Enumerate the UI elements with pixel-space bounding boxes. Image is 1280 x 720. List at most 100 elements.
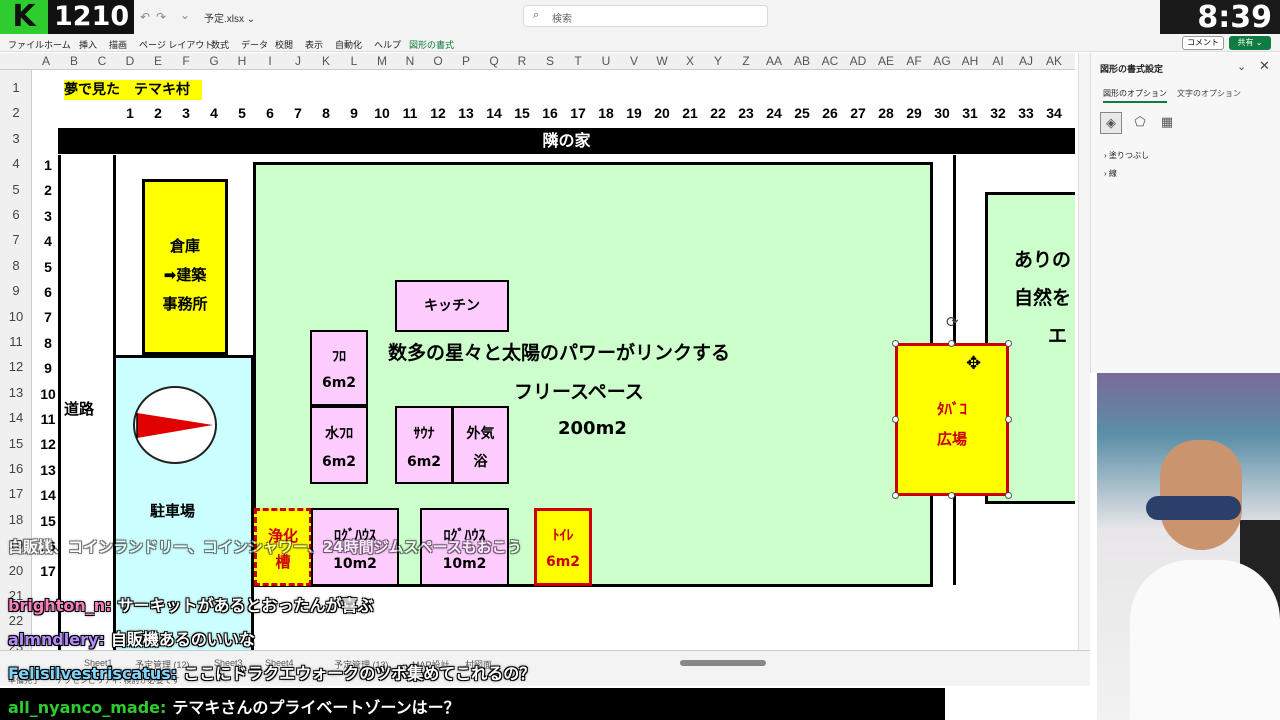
- grid-column-number[interactable]: 15: [508, 105, 536, 121]
- column-header[interactable]: W: [648, 54, 676, 68]
- grid-column-number[interactable]: 10: [368, 105, 396, 121]
- grid-column-number[interactable]: 2: [144, 105, 172, 121]
- tab-shape-options[interactable]: 図形のオプション: [1103, 88, 1167, 103]
- effects-icon[interactable]: ⬠: [1129, 112, 1151, 134]
- resize-handle-s[interactable]: [948, 492, 955, 499]
- tab-view[interactable]: 表示: [305, 38, 323, 51]
- outdoor-air-shape[interactable]: 外気 浴: [452, 406, 509, 484]
- row-header[interactable]: 15: [0, 436, 32, 451]
- tab-insert[interactable]: 挿入: [79, 38, 97, 51]
- grid-column-number[interactable]: 33: [1012, 105, 1040, 121]
- grid-row-number[interactable]: 9: [36, 360, 60, 376]
- undo-button[interactable]: ↶: [140, 10, 150, 24]
- grid-row-number[interactable]: 12: [36, 436, 60, 452]
- grid-column-number[interactable]: 19: [620, 105, 648, 121]
- grid-row-number[interactable]: 1: [36, 157, 60, 173]
- grid-column-number[interactable]: 27: [844, 105, 872, 121]
- column-header[interactable]: K: [312, 54, 340, 68]
- grid-column-number[interactable]: 6: [256, 105, 284, 121]
- row-header[interactable]: 5: [0, 182, 32, 197]
- column-header[interactable]: X: [676, 54, 704, 68]
- grid-row-number[interactable]: 15: [36, 513, 60, 529]
- column-header[interactable]: V: [620, 54, 648, 68]
- grid-row-number[interactable]: 17: [36, 563, 60, 579]
- column-header[interactable]: R: [508, 54, 536, 68]
- fill-section[interactable]: › 塗りつぶし: [1104, 150, 1149, 161]
- row-header[interactable]: 11: [0, 334, 32, 349]
- column-header[interactable]: O: [424, 54, 452, 68]
- grid-column-number[interactable]: 20: [648, 105, 676, 121]
- row-header[interactable]: 7: [0, 232, 32, 247]
- column-header[interactable]: H: [228, 54, 256, 68]
- column-header[interactable]: B: [60, 54, 88, 68]
- tab-help[interactable]: ヘルプ: [374, 38, 401, 51]
- tab-home[interactable]: ホーム: [44, 38, 71, 51]
- column-header[interactable]: U: [592, 54, 620, 68]
- smoking-area-shape[interactable]: ﾀﾊﾞｺ 広場: [895, 343, 1009, 496]
- qat-more-button[interactable]: ⌄: [180, 8, 190, 22]
- grid-column-number[interactable]: 9: [340, 105, 368, 121]
- grid-column-number[interactable]: 29: [900, 105, 928, 121]
- redo-button[interactable]: ↷: [156, 10, 166, 24]
- grid-column-number[interactable]: 4: [200, 105, 228, 121]
- column-header[interactable]: A: [32, 54, 60, 68]
- column-header[interactable]: Y: [704, 54, 732, 68]
- column-header[interactable]: P: [452, 54, 480, 68]
- resize-handle-se[interactable]: [1005, 492, 1012, 499]
- compass-icon[interactable]: [133, 386, 217, 464]
- row-header[interactable]: 2: [0, 105, 32, 120]
- grid-column-number[interactable]: 28: [872, 105, 900, 121]
- toilet-shape[interactable]: ﾄｲﾚ 6m2: [534, 508, 592, 586]
- sheet-title[interactable]: 夢で見た テマキ村: [64, 80, 202, 100]
- fill-line-icon[interactable]: ◈: [1100, 112, 1122, 134]
- kitchen-shape[interactable]: キッチン: [395, 280, 509, 332]
- grid-row-number[interactable]: 13: [36, 462, 60, 478]
- panel-options-icon[interactable]: ⌄: [1237, 60, 1246, 73]
- column-header[interactable]: Q: [480, 54, 508, 68]
- column-header[interactable]: D: [116, 54, 144, 68]
- tab-automate[interactable]: 自動化: [335, 38, 362, 51]
- column-header[interactable]: AA: [760, 54, 788, 68]
- tab-review[interactable]: 校閲: [275, 38, 293, 51]
- column-header[interactable]: AH: [956, 54, 984, 68]
- tab-file[interactable]: ファイル: [8, 38, 44, 51]
- grid-row-number[interactable]: 10: [36, 386, 60, 402]
- tab-formulas[interactable]: 数式: [211, 38, 229, 51]
- row-header[interactable]: 14: [0, 410, 32, 425]
- column-header[interactable]: AC: [816, 54, 844, 68]
- column-header[interactable]: M: [368, 54, 396, 68]
- column-header[interactable]: E: [144, 54, 172, 68]
- tab-shape-format[interactable]: 図形の書式: [409, 38, 454, 51]
- grid-column-number[interactable]: 8: [312, 105, 340, 121]
- column-header[interactable]: Z: [732, 54, 760, 68]
- bath-shape[interactable]: ﾌﾛ 6m2: [310, 330, 368, 406]
- column-header[interactable]: L: [340, 54, 368, 68]
- rotate-handle-icon[interactable]: ⟳: [946, 313, 959, 331]
- horizontal-scroll-thumb[interactable]: [680, 660, 766, 666]
- column-header[interactable]: G: [200, 54, 228, 68]
- grid-column-number[interactable]: 7: [284, 105, 312, 121]
- row-header[interactable]: 9: [0, 283, 32, 298]
- grid-column-number[interactable]: 34: [1040, 105, 1068, 121]
- grid-row-number[interactable]: 11: [36, 411, 60, 427]
- grid-row-number[interactable]: 5: [36, 259, 60, 275]
- line-section[interactable]: › 線: [1104, 168, 1117, 179]
- row-header[interactable]: 3: [0, 131, 32, 146]
- grid-column-number[interactable]: 16: [536, 105, 564, 121]
- grid-column-number[interactable]: 31: [956, 105, 984, 121]
- resize-handle-n[interactable]: [948, 340, 955, 347]
- column-header[interactable]: T: [564, 54, 592, 68]
- column-header[interactable]: AI: [984, 54, 1012, 68]
- row-header[interactable]: 1: [0, 80, 32, 95]
- grid-column-number[interactable]: 17: [564, 105, 592, 121]
- column-header[interactable]: C: [88, 54, 116, 68]
- vertical-scrollbar[interactable]: [1078, 53, 1090, 650]
- grid-column-number[interactable]: 32: [984, 105, 1012, 121]
- search-input[interactable]: ⌕ 検索: [523, 5, 768, 27]
- grid-column-number[interactable]: 18: [592, 105, 620, 121]
- row-header[interactable]: 6: [0, 207, 32, 222]
- tab-draw[interactable]: 描画: [109, 38, 127, 51]
- column-header[interactable]: AD: [844, 54, 872, 68]
- resize-handle-e[interactable]: [1005, 416, 1012, 423]
- grid-column-number[interactable]: 5: [228, 105, 256, 121]
